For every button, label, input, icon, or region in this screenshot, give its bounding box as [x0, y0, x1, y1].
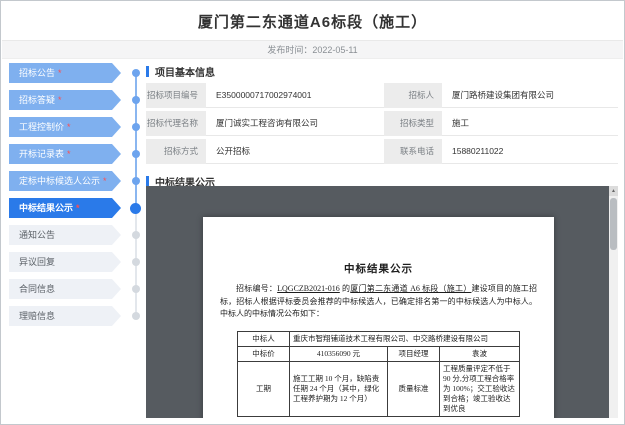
timeline-dot — [132, 69, 140, 77]
publish-time: 发布时间：2022-05-11 — [267, 45, 358, 55]
page-frame: 厦门第二东通道A6标段（施工） 发布时间：2022-05-11 招标公告 * 招标… — [0, 0, 625, 425]
timeline-dot — [132, 231, 140, 239]
bid-number: LQGCZB2021-016 — [277, 284, 340, 293]
required-asterisk: * — [67, 122, 71, 132]
required-asterisk: * — [76, 203, 80, 213]
field-label-project-no: 招标项目编号 — [146, 83, 206, 108]
section-accent-bar — [146, 65, 149, 77]
field-value-agency: 厦门诚实工程咨询有限公司 — [206, 111, 384, 136]
timeline-dot — [132, 285, 140, 293]
viewer-scrollbar[interactable]: ▲ — [609, 186, 618, 418]
basic-info-form: 招标项目编号 E3500000717002974001 招标人 厦门路桥建设集团… — [146, 83, 618, 164]
sidebar-item-candidate-publicity[interactable]: 定标中标候选人公示 * — [9, 171, 121, 191]
cell-winner-label: 中标人 — [236, 330, 290, 347]
sidebar-item-tender-notice[interactable]: 招标公告 * — [9, 63, 121, 83]
field-label-agency: 招标代理名称 — [146, 111, 206, 136]
timeline-dot — [132, 96, 140, 104]
cell-quality-label: 质量标准 — [386, 360, 440, 417]
required-asterisk: * — [67, 149, 71, 159]
required-asterisk: * — [103, 176, 107, 186]
cell-winner-value: 重庆市智翔铺道技术工程有限公司、中交路桥建设有限公司 — [288, 330, 521, 347]
sidebar-item-tender-qa[interactable]: 招标答疑 * — [9, 90, 121, 110]
cell-price-value: 410356090 元 — [288, 345, 388, 362]
field-value-tenderer: 厦门路桥建设集团有限公司 — [442, 83, 618, 108]
publish-bar: 发布时间：2022-05-11 — [2, 40, 623, 59]
timeline-line-active — [135, 73, 137, 210]
timeline-dot — [132, 258, 140, 266]
document-viewer[interactable]: 中标结果公示 招标编号：LQGCZB2021-016 的厦门第二东通道 A6 标… — [146, 186, 618, 418]
sidebar-item-notice[interactable]: 通知公告 — [9, 225, 121, 245]
timeline-dot — [132, 177, 140, 185]
scrollbar-thumb[interactable] — [610, 198, 617, 250]
cell-price-label: 中标价 — [236, 345, 290, 362]
cell-duration-value: 施工工期 10 个月，缺陷责任期 24 个月（其中，绿化工程养护期为 12 个月… — [288, 360, 388, 417]
sidebar-item-contract-info[interactable]: 合同信息 — [9, 279, 121, 299]
section-basic-info-header: 项目基本信息 — [146, 65, 215, 79]
required-asterisk: * — [58, 68, 62, 78]
sidebar-item-bid-opening-record[interactable]: 开标记录表 * — [9, 144, 121, 164]
timeline-dot — [132, 150, 140, 158]
field-label-contact-phone: 联系电话 — [384, 139, 442, 164]
field-value-tender-method: 公开招标 — [206, 139, 384, 164]
section-title: 项目基本信息 — [155, 67, 215, 79]
cell-quality-value: 工程质量评定不低于 90 分,分项工程合格率为 100%；交工验收达到合格；竣工… — [438, 360, 521, 417]
timeline-dot — [132, 312, 140, 320]
document-page: 中标结果公示 招标编号：LQGCZB2021-016 的厦门第二东通道 A6 标… — [203, 217, 554, 418]
field-label-tender-type: 招标类型 — [384, 111, 442, 136]
cell-manager-label: 项目经理 — [386, 345, 440, 362]
field-value-tender-type: 施工 — [442, 111, 618, 136]
timeline-dot — [132, 123, 140, 131]
sidebar-nav: 招标公告 * 招标答疑 * 工程控制价 * 开标记录表 * 定标中标候选人公示 * 中标结… — [9, 63, 141, 333]
scroll-up-icon[interactable]: ▲ — [609, 186, 618, 196]
document-title: 中标结果公示 — [344, 264, 413, 275]
project-name: 厦门第二东通道 A6 标段（施工） — [350, 284, 472, 293]
cell-manager-value: 袁波 — [438, 345, 521, 362]
document-paragraph: 招标编号：LQGCZB2021-016 的厦门第二东通道 A6 标段（施工）建设… — [220, 284, 538, 318]
award-result-table: 中标人 重庆市智翔铺道技术工程有限公司、中交路桥建设有限公司 中标价 41035… — [236, 330, 521, 417]
field-value-contact-phone: 15880211022 — [442, 139, 618, 164]
sidebar-item-objection-reply[interactable]: 异议回复 — [9, 252, 121, 272]
sidebar-item-claims-info[interactable]: 理赔信息 — [9, 306, 121, 326]
page-title: 厦门第二东通道A6标段（施工） — [197, 13, 428, 31]
sidebar-item-control-price[interactable]: 工程控制价 * — [9, 117, 121, 137]
cell-duration-label: 工期 — [236, 360, 290, 417]
required-asterisk: * — [58, 95, 62, 105]
timeline-dot-active — [130, 203, 141, 214]
field-value-project-no: E3500000717002974001 — [206, 83, 384, 108]
header: 厦门第二东通道A6标段（施工） — [2, 2, 623, 40]
field-label-tenderer: 招标人 — [384, 83, 442, 108]
sidebar-item-award-result[interactable]: 中标结果公示 * — [9, 198, 121, 218]
section-accent-bar — [146, 175, 149, 187]
field-label-tender-method: 招标方式 — [146, 139, 206, 164]
